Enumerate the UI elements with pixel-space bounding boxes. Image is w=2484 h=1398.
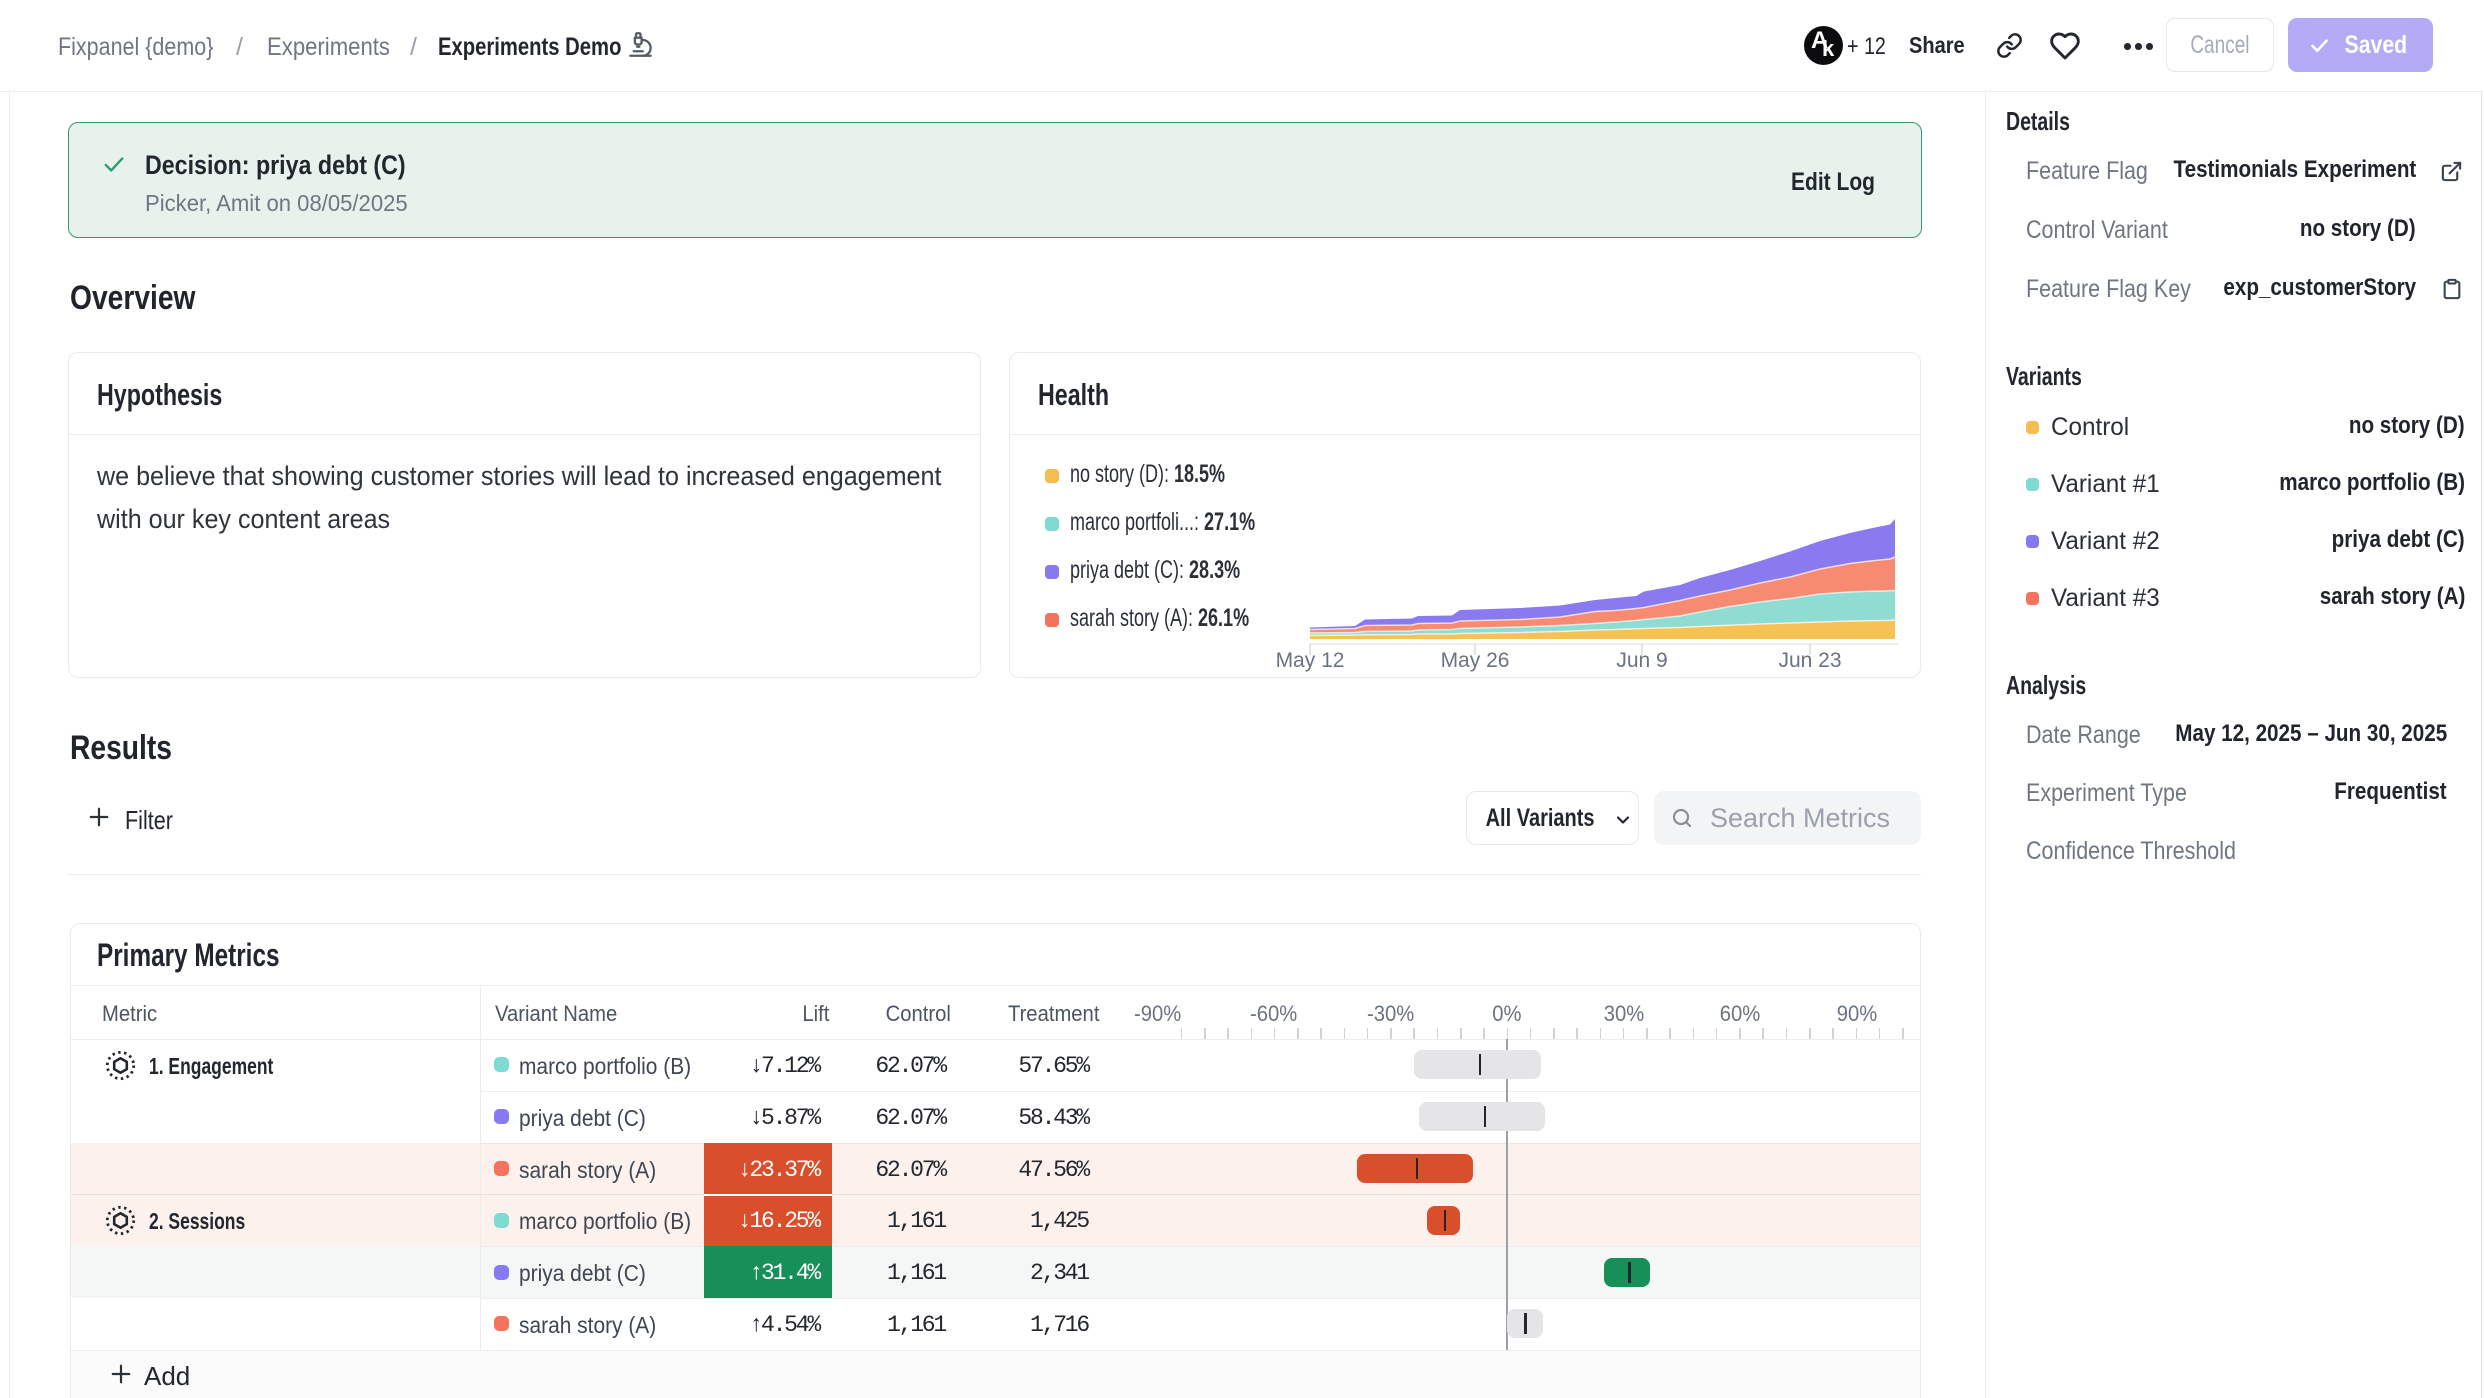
svg-text:May 26: May 26 — [1441, 649, 1510, 672]
svg-text:Jun 23: Jun 23 — [1778, 649, 1841, 672]
svg-text:May 12: May 12 — [1276, 649, 1345, 672]
svg-text:Jun 9: Jun 9 — [1616, 649, 1667, 672]
